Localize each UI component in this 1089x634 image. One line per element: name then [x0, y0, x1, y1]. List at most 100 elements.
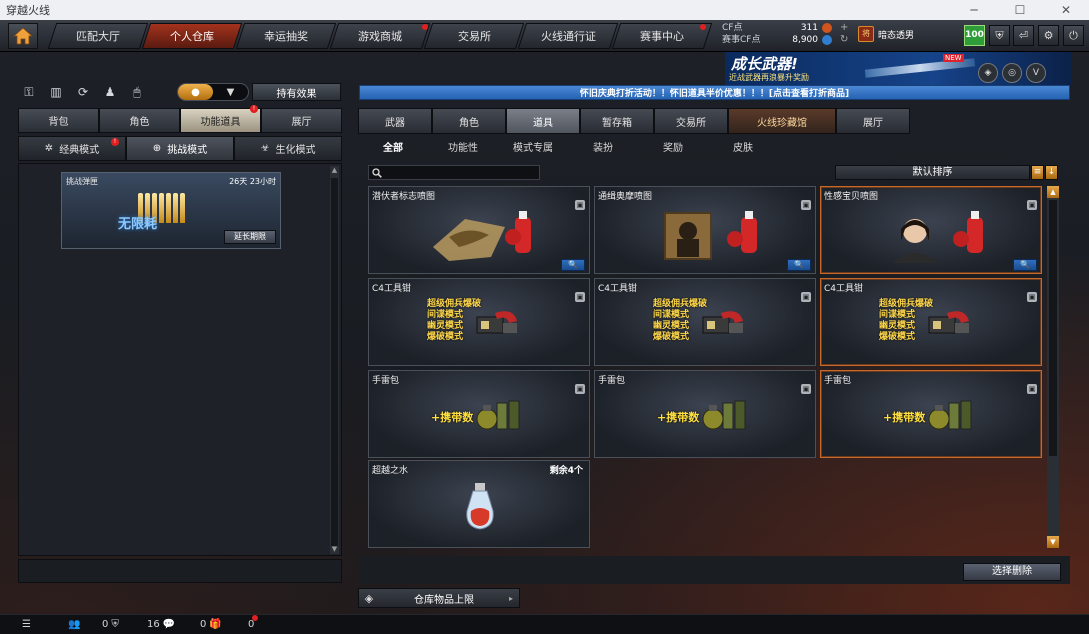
extend-button[interactable]: 延长期限 [224, 230, 276, 244]
scroll-down-icon[interactable]: ▼ [330, 545, 339, 554]
target-icon[interactable]: ◎ [1002, 63, 1022, 83]
tab-roles[interactable]: 角色 [432, 108, 506, 134]
scroll-down-icon[interactable]: ▼ [1047, 536, 1059, 548]
cf-label: CF点 [722, 23, 743, 33]
nav-tab-lucky-draw[interactable]: 幸运抽奖 [235, 23, 337, 49]
user-block[interactable]: 将 暗态透男 [858, 26, 914, 42]
item-card[interactable]: C4工具钳 ▣ 超级佣兵爆破 间谍模式 幽灵模式 爆破模式 [594, 278, 816, 366]
vip-icon[interactable]: V [1026, 63, 1046, 83]
zoom-icon[interactable]: 🔍 [561, 259, 585, 271]
challenge-magazine-card[interactable]: 挑战弹匣 26天 23小时 无限耗 延长期限 [61, 172, 281, 249]
search-input[interactable] [368, 165, 540, 180]
menu-icon[interactable]: ☰ [22, 619, 31, 630]
lock-icon[interactable]: ▣ [1027, 384, 1037, 394]
list-view-icon[interactable]: ≡ [1031, 165, 1044, 180]
lock-icon[interactable]: ▣ [801, 200, 811, 210]
add-cf-icon[interactable]: + [840, 22, 848, 33]
lock-icon[interactable]: ▣ [801, 292, 811, 302]
minimize-button[interactable]: ─ [951, 0, 997, 20]
item-title: 挑战弹匣 [66, 177, 98, 186]
scroll-up-icon[interactable]: ▲ [1047, 186, 1059, 198]
gear-icon[interactable]: ⚙ [1038, 25, 1059, 46]
item-card[interactable]: 性感宝贝喷图 ▣ 🔍 [820, 186, 1042, 274]
gift-icon[interactable]: 🎁 [209, 619, 221, 630]
subtab-mode-exclusive[interactable]: 模式专属 [498, 139, 568, 154]
event-cf-value: 8,900 [792, 35, 818, 45]
item-time: 26天 23小时 [229, 177, 276, 186]
promo-marquee[interactable]: 怀旧庆典打折活动！！怀旧道具半价优惠！！！[点击查看打折商品] [359, 85, 1070, 100]
subtab-all[interactable]: 全部 [358, 139, 428, 154]
lock-icon[interactable]: ▣ [575, 292, 585, 302]
sync-icon[interactable]: ⟳ [74, 84, 92, 100]
item-card[interactable]: 超越之水 剩余4个 [368, 460, 590, 548]
nav-tab-match-lobby[interactable]: 匹配大厅 [47, 23, 149, 49]
view-toggle[interactable]: ● ▼ [177, 83, 249, 101]
tab-collection[interactable]: 火线珍藏馆 [728, 108, 836, 134]
friends-icon[interactable]: 👥 [68, 619, 80, 630]
nav-tab-exchange[interactable]: 交易所 [423, 23, 525, 49]
power-icon[interactable]: ⏻ [1063, 25, 1084, 46]
warehouse-limit-button[interactable]: ◈ 仓库物品上限 ▸ [358, 588, 520, 608]
item-card[interactable]: 手雷包 ▣ +携带数 [368, 370, 590, 458]
item-card[interactable]: 手雷包 ▣ +携带数 [594, 370, 816, 458]
home-button[interactable] [8, 23, 38, 49]
lock-icon[interactable]: ▣ [1027, 200, 1037, 210]
item-card[interactable]: C4工具钳 ▣ 超级佣兵爆破 间谍模式 幽灵模式 爆破模式 [820, 278, 1042, 366]
character-icon[interactable]: ♟ [101, 84, 119, 100]
clan-icon[interactable]: ⛨ [111, 619, 119, 630]
refresh-icon[interactable]: ↻ [840, 34, 848, 45]
mouse-icon[interactable]: 🖱 [128, 84, 146, 100]
badge-icon[interactable]: ◈ [978, 63, 998, 83]
lock-icon[interactable]: ▣ [801, 384, 811, 394]
tab-function-items[interactable]: 功能道具 ! [180, 105, 261, 133]
podium-icon[interactable]: ▥ [47, 84, 65, 100]
lock-icon[interactable]: ▣ [575, 200, 585, 210]
tab-weapons[interactable]: 武器 [358, 108, 432, 134]
item-card[interactable]: 通缉奥摩喷图 ▣ 🔍 [594, 186, 816, 274]
nav-tab-battle-pass[interactable]: 火线通行证 [517, 23, 619, 49]
item-card[interactable]: C4工具钳 ▣ 超级佣兵爆破 间谍模式 幽灵模式 爆破模式 [368, 278, 590, 366]
sort-order-icon[interactable]: ↓ [1045, 165, 1058, 180]
lock-icon[interactable]: ▣ [1027, 292, 1037, 302]
hold-effect-button[interactable]: 持有效果 [252, 83, 341, 101]
subtab-functional[interactable]: 功能性 [428, 139, 498, 154]
scroll-thumb[interactable] [1049, 200, 1057, 456]
zoom-icon[interactable]: 🔍 [787, 259, 811, 271]
left-scrollbar[interactable]: ▲ ▼ [330, 166, 339, 554]
tab-character[interactable]: 角色 [99, 108, 180, 133]
subtab-skin[interactable]: 皮肤 [708, 139, 778, 154]
grenade-pack-icon [928, 400, 972, 430]
nav-tab-event-center[interactable]: 赛事中心 [611, 23, 713, 49]
tab-backpack[interactable]: 背包 [18, 108, 99, 133]
key-icon[interactable]: ⚿ [20, 84, 38, 100]
nav-tab-game-mall[interactable]: 游戏商城 [329, 23, 431, 49]
zoom-icon[interactable]: 🔍 [1013, 259, 1037, 271]
item-card[interactable]: 手雷包 ▣ +携带数 [820, 370, 1042, 458]
lock-icon[interactable]: ▣ [575, 384, 585, 394]
subtab-cosmetic[interactable]: 装扮 [568, 139, 638, 154]
toggle-coin-icon[interactable]: ● [178, 84, 213, 100]
chat-icon[interactable]: 💬 [163, 619, 175, 630]
select-delete-button[interactable]: 选择删除 [963, 563, 1061, 581]
mode-zombie[interactable]: ☣ 生化模式 [234, 136, 342, 161]
nav-tab-personal-warehouse[interactable]: 个人仓库 [141, 23, 243, 49]
scroll-up-icon[interactable]: ▲ [330, 166, 339, 175]
mode-challenge[interactable]: ⊕ 挑战模式 [126, 136, 234, 161]
toggle-trophy-icon[interactable]: ▼ [213, 84, 248, 100]
exit-room-icon[interactable]: ⏎ [1013, 25, 1034, 46]
tab-items[interactable]: 道具 [506, 108, 580, 134]
shield-icon[interactable]: ⛨ [989, 25, 1010, 46]
maximize-button[interactable]: ☐ [997, 0, 1043, 20]
close-button[interactable]: ✕ [1043, 0, 1089, 20]
subtab-reward[interactable]: 奖励 [638, 139, 708, 154]
tab-trade[interactable]: 交易所 [654, 108, 728, 134]
item-card[interactable]: 潜伏者标志喷图 ▣ 🔍 [368, 186, 590, 274]
sort-dropdown[interactable]: 默认排序 [835, 165, 1030, 180]
tab-showroom[interactable]: 展厅 [261, 108, 342, 133]
mode-classic[interactable]: ✲ 经典模式 ! [18, 136, 126, 161]
scroll-thumb[interactable] [331, 178, 338, 546]
item-title: 手雷包 [372, 376, 400, 386]
tab-storage[interactable]: 暂存箱 [580, 108, 654, 134]
grid-scrollbar[interactable]: ▲ ▼ [1047, 186, 1059, 548]
tab-gallery[interactable]: 展厅 [836, 108, 910, 134]
